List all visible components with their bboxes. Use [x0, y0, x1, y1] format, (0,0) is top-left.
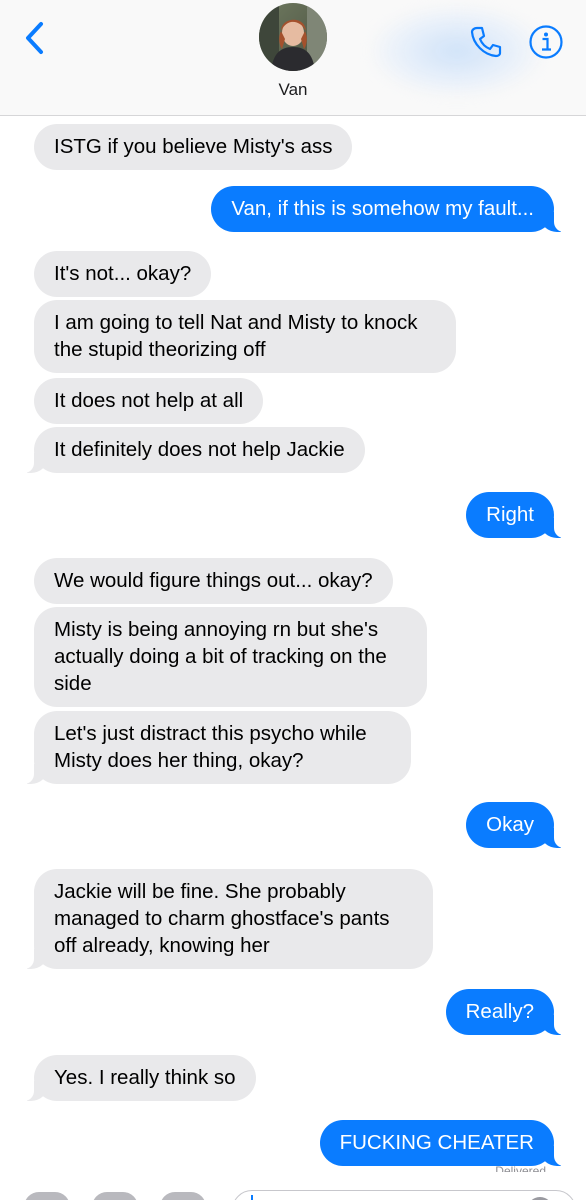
message-thread[interactable]: ISTG if you believe Misty's ass Van, if …	[0, 116, 586, 1180]
message-text: Really?	[465, 1000, 534, 1023]
received-message[interactable]: It does not help at all	[34, 378, 264, 424]
phone-icon	[470, 26, 502, 58]
text-cursor	[251, 1195, 253, 1200]
back-button[interactable]	[14, 16, 54, 60]
message-text: Misty is being annoying rn but she's act…	[54, 618, 387, 695]
received-message[interactable]: It definitely does not help Jackie	[24, 427, 365, 473]
received-message[interactable]: ISTG if you believe Misty's ass	[34, 124, 353, 170]
sent-message[interactable]: Okay	[466, 802, 564, 848]
message-text: Jackie will be fine. She probably manage…	[54, 880, 390, 957]
message-text: It's not... okay?	[54, 262, 192, 285]
message-text: It definitely does not help Jackie	[54, 438, 345, 461]
received-message[interactable]: Misty is being annoying rn but she's act…	[34, 607, 427, 707]
info-button[interactable]	[524, 20, 568, 64]
message-text: We would figure things out... okay?	[54, 569, 373, 592]
call-button[interactable]	[464, 20, 508, 64]
sent-message[interactable]: Really?	[445, 989, 565, 1035]
sent-message[interactable]: Van, if this is somehow my fault...	[211, 186, 564, 232]
chevron-left-icon	[26, 22, 43, 54]
message-text: It does not help at all	[54, 389, 244, 412]
received-message[interactable]: We would figure things out... okay?	[34, 558, 393, 604]
message-text: Okay	[486, 813, 534, 836]
message-text: Let's just distract this psycho while Mi…	[54, 722, 367, 772]
message-text: Van, if this is somehow my fault...	[231, 197, 534, 220]
avatar[interactable]	[259, 3, 327, 71]
received-message[interactable]: Let's just distract this psycho while Mi…	[24, 711, 411, 784]
app-store-icon[interactable]	[92, 1192, 138, 1200]
info-icon	[529, 25, 563, 59]
conversation-header: Van	[0, 0, 586, 116]
memoji-icon[interactable]	[160, 1192, 206, 1200]
camera-icon[interactable]	[24, 1192, 70, 1200]
redaction-blur	[372, 6, 542, 96]
received-message[interactable]: Jackie will be fine. She probably manage…	[24, 869, 433, 969]
avatar-image	[259, 3, 327, 71]
message-text: FUCKING CHEATER	[339, 1131, 534, 1154]
compose-bar	[0, 1180, 586, 1200]
message-text: Yes. I really think so	[54, 1066, 236, 1089]
sent-message[interactable]: Right	[466, 492, 564, 538]
message-text: Right	[486, 503, 534, 526]
delivered-status: Delivered	[495, 1164, 546, 1172]
message-text: ISTG if you believe Misty's ass	[54, 135, 333, 158]
received-message[interactable]: It's not... okay?	[34, 251, 212, 297]
received-message[interactable]: I am going to tell Nat and Misty to knoc…	[34, 300, 456, 373]
received-message[interactable]: Yes. I really think so	[24, 1055, 256, 1101]
message-input[interactable]	[232, 1190, 576, 1200]
sent-message[interactable]: FUCKING CHEATER	[319, 1120, 565, 1166]
message-text: I am going to tell Nat and Misty to knoc…	[54, 311, 418, 361]
